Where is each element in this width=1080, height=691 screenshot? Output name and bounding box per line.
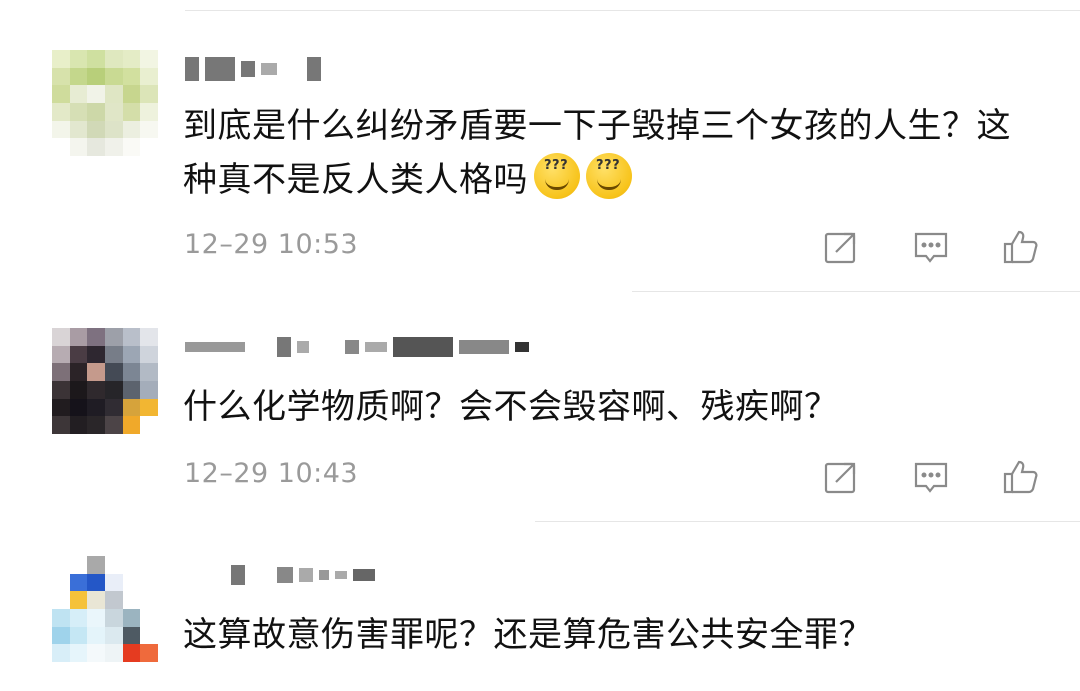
comment-text: 到底是什么纠纷矛盾要一下子毁掉三个女孩的人生？这种真不是反人类人格吗 xyxy=(183,99,1043,207)
avatar[interactable] xyxy=(52,328,158,434)
share-icon[interactable] xyxy=(822,228,860,266)
dizzy-smile-icon xyxy=(586,139,632,199)
dizzy-smile-icon xyxy=(534,139,580,199)
avatar[interactable] xyxy=(52,50,158,156)
divider xyxy=(535,521,1080,522)
timestamp: 12–29 10:43 xyxy=(184,458,359,489)
like-icon[interactable] xyxy=(1002,458,1040,496)
comment-text: 这算故意伤害罪呢？还是算危害公共安全罪？ xyxy=(183,615,873,655)
timestamp: 12–29 10:53 xyxy=(184,229,359,260)
divider xyxy=(185,10,1080,11)
comment-icon[interactable] xyxy=(912,458,950,496)
username-blurred[interactable] xyxy=(185,328,529,366)
comment-text: 什么化学物质啊？会不会毁容啊、残疾啊？ xyxy=(183,387,839,427)
comment-icon[interactable] xyxy=(912,228,950,266)
like-icon[interactable] xyxy=(1002,228,1040,266)
username-blurred[interactable] xyxy=(185,556,375,594)
avatar[interactable] xyxy=(52,556,158,662)
comment-actions xyxy=(822,458,1040,496)
comment-actions xyxy=(822,228,1040,266)
divider xyxy=(632,291,1080,292)
share-icon[interactable] xyxy=(822,458,860,496)
username-blurred[interactable] xyxy=(185,50,321,88)
